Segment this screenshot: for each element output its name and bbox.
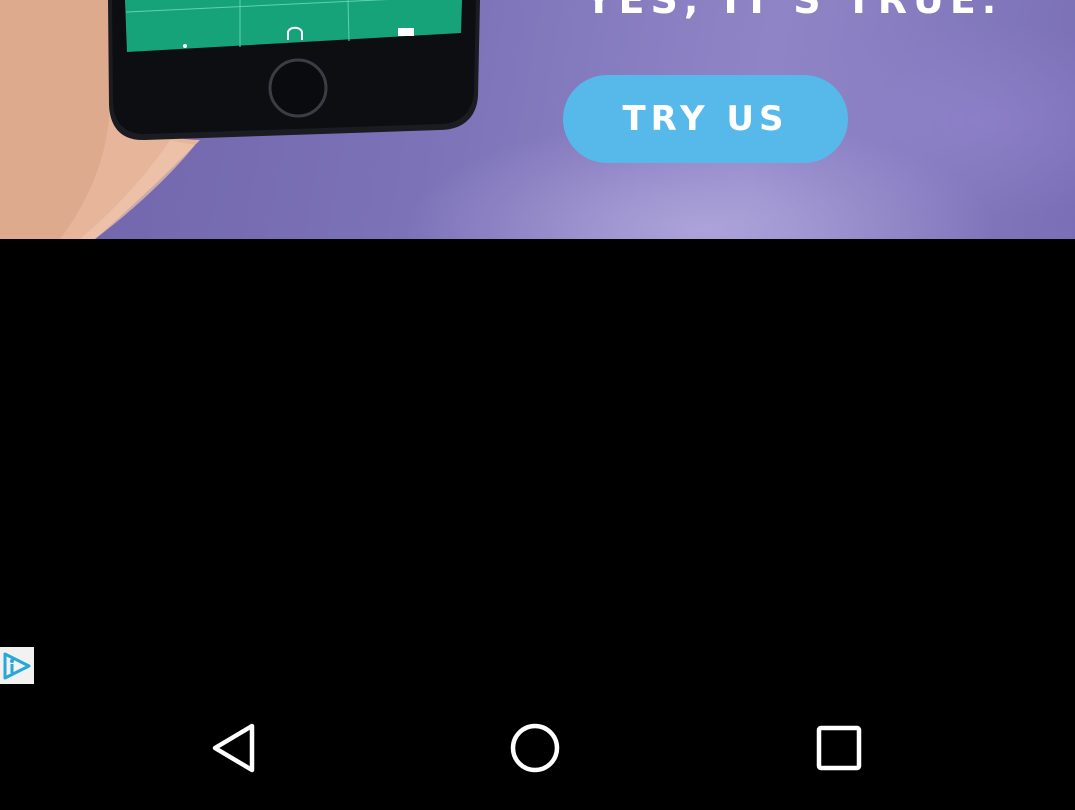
home-circle-icon — [510, 723, 560, 773]
phone-in-hand-image — [0, 0, 480, 239]
recents-square-icon — [816, 725, 862, 771]
back-button[interactable] — [197, 718, 267, 778]
screen: YES, IT'S TRUE. TRY US — [0, 0, 1075, 810]
home-button[interactable] — [500, 718, 570, 778]
ad-banner[interactable]: YES, IT'S TRUE. TRY US — [0, 0, 1075, 239]
content-area — [0, 239, 1075, 700]
try-us-label: TRY US — [622, 99, 789, 139]
adchoices-badge[interactable] — [0, 647, 34, 684]
navigation-bar — [0, 700, 1075, 810]
recents-button[interactable] — [804, 718, 874, 778]
ad-headline: YES, IT'S TRUE. — [585, 0, 1003, 22]
try-us-button[interactable]: TRY US — [563, 75, 848, 163]
adchoices-icon — [3, 652, 31, 679]
back-triangle-icon — [212, 723, 255, 773]
